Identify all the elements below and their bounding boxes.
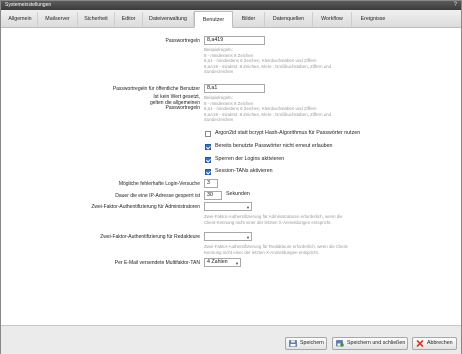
tfa-editor-label: Zwei-Faktor-Authentifizierung für Redakt… <box>100 234 200 240</box>
tab-dateiverwaltung[interactable]: Dateiverwaltung <box>143 12 194 27</box>
help-icon[interactable]: ? <box>454 1 457 10</box>
login-lock-label: Sperren der Logins aktivieren <box>215 156 285 162</box>
tfa-editor-select[interactable]: ▼ <box>204 232 252 241</box>
user-settings-panel: Passwortregeln 8,a419 Beispielregeln: 8 … <box>1 28 461 325</box>
login-attempts-label: Mögliche fehlerhafte Login-Versuche <box>118 181 200 187</box>
settings-window: Systemeinstellungen ? Allgemein Mailserv… <box>0 0 462 354</box>
pw-public-input[interactable]: 8,a1 <box>204 84 265 93</box>
footer-bar: Speichern Speichern und schließen Abbrec… <box>1 325 461 354</box>
pw-public-sublabel: Ist kein Wert gesetzt, gelten die allgem… <box>149 94 200 112</box>
ip-block-input[interactable]: 30 <box>204 191 222 200</box>
chevron-down-icon: ▼ <box>246 235 250 240</box>
tfa-admin-select[interactable]: ▼ <box>204 202 252 211</box>
tab-bilder[interactable]: Bilder <box>233 12 265 27</box>
ip-block-unit: Sekunden <box>226 191 250 197</box>
pw-public-help: Beispielregeln: 8 - mindestens 8 Zeichen… <box>204 95 332 123</box>
chevron-down-icon: ▼ <box>246 205 250 210</box>
tab-workflow[interactable]: Workflow <box>313 12 352 27</box>
save-button[interactable]: Speichern <box>285 337 327 350</box>
tab-mailserver[interactable]: Mailserver <box>38 12 78 27</box>
tfa-editor-help: Zwei-Faktor-Authentifizierung für Redakt… <box>204 244 349 255</box>
save-button-label: Speichern <box>300 340 324 346</box>
tfa-admin-label: Zwei-Faktor-Authentifizierung für Admini… <box>91 204 200 210</box>
tab-datenquellen[interactable]: Datenquellen <box>265 12 313 27</box>
floppy-disk-icon <box>289 340 297 347</box>
tab-bar: Allgemein Mailserver Sicherheit Editor D… <box>1 10 461 28</box>
title-bar: Systemeinstellungen ? <box>1 1 461 10</box>
argon2id-label: Argon2id statt bcrypt Hash-Algorithmus f… <box>215 130 361 136</box>
save-and-close-label: Speichern und schließen <box>347 340 406 346</box>
save-and-close-button[interactable]: Speichern und schließen <box>332 337 408 350</box>
no-reuse-passwords-label: Bereits benutzte Passwörter nicht erneut… <box>215 143 333 149</box>
chevron-down-icon: ▼ <box>235 261 239 266</box>
argon2id-checkbox[interactable] <box>205 131 211 137</box>
session-tans-label: Session-TANs aktivieren <box>215 168 273 174</box>
tan-count-value: 4 Zahlen <box>207 259 228 265</box>
login-lock-checkbox[interactable] <box>205 157 211 163</box>
cancel-button-label: Abbrechen <box>427 340 453 346</box>
pw-rules-input[interactable]: 8,a419 <box>204 36 265 45</box>
login-attempts-input[interactable]: 3 <box>204 179 218 188</box>
tfa-admin-help: Zwei-Faktor-Authentifizierung für Admini… <box>204 214 343 225</box>
session-tans-checkbox[interactable] <box>205 169 211 175</box>
tab-benutzer[interactable]: Benutzer <box>194 11 233 28</box>
cancel-button[interactable]: Abbrechen <box>412 337 457 350</box>
tab-allgemein[interactable]: Allgemein <box>3 12 38 27</box>
window-title: Systemeinstellungen <box>5 2 52 8</box>
tab-sicherheit[interactable]: Sicherheit <box>78 12 115 27</box>
save-close-icon <box>336 340 344 347</box>
tan-count-select[interactable]: 4 Zahlen ▼ <box>204 258 241 267</box>
ip-block-label: Dauer die eine IP-Adresse gesperrt ist <box>115 193 200 199</box>
tab-editor[interactable]: Editor <box>115 12 143 27</box>
tab-ereignisse[interactable]: Ereignisse <box>352 12 394 27</box>
pw-rules-help: Beispielregeln: 8 - mindestens 8 Zeichen… <box>204 47 332 75</box>
no-reuse-passwords-checkbox[interactable] <box>205 144 211 150</box>
pw-rules-label: Passwortregeln <box>165 38 200 44</box>
pw-public-label: Passwortregeln für öffentliche Benutzer <box>112 86 200 92</box>
close-icon <box>416 340 424 347</box>
tan-count-label: Per E-Mail versendete Multifaktor-TAN <box>114 260 200 266</box>
